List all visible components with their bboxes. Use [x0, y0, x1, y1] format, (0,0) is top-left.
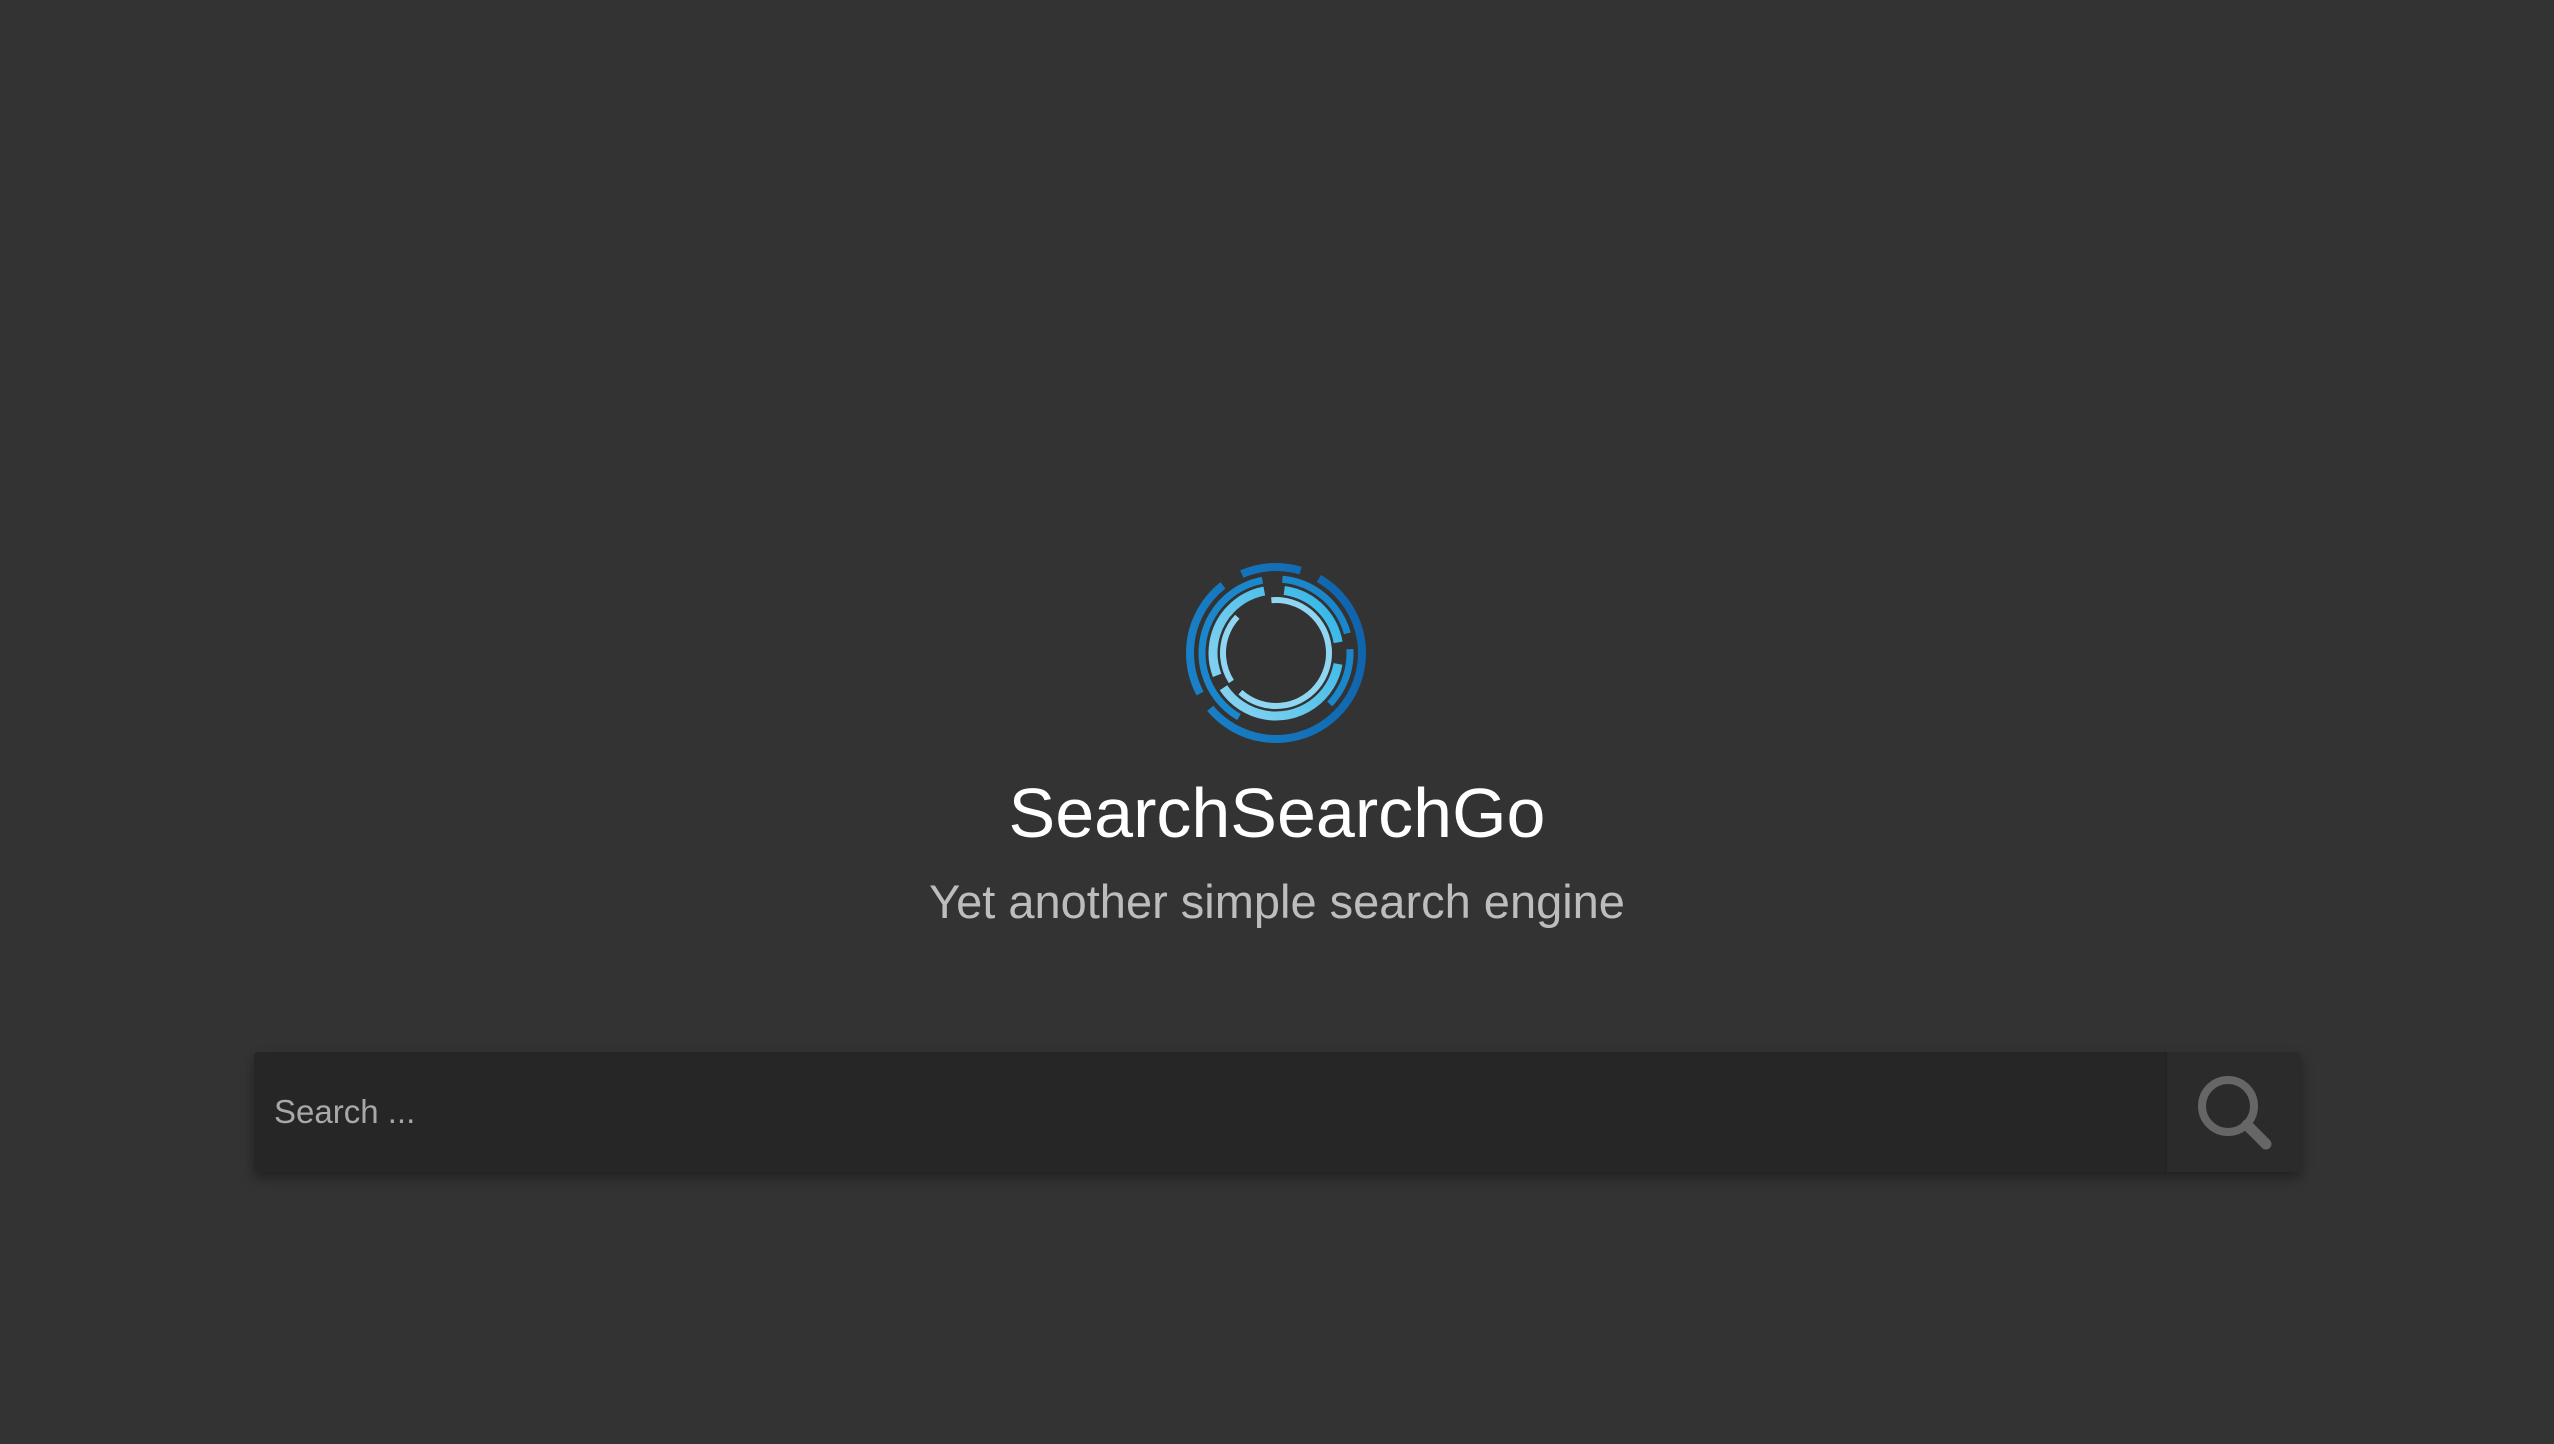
search-home-page: SearchSearchGo Yet another simple search…: [0, 0, 2554, 1444]
search-button[interactable]: [2165, 1052, 2301, 1172]
search-input[interactable]: [254, 1052, 2165, 1172]
ring-logo-icon: [1186, 562, 1366, 743]
search-bar: [254, 1052, 2301, 1172]
logo: [1183, 560, 1369, 746]
page-title: SearchSearchGo: [1008, 774, 1546, 852]
page-tagline: Yet another simple search engine: [929, 875, 1625, 928]
search-icon: [2198, 1076, 2272, 1150]
